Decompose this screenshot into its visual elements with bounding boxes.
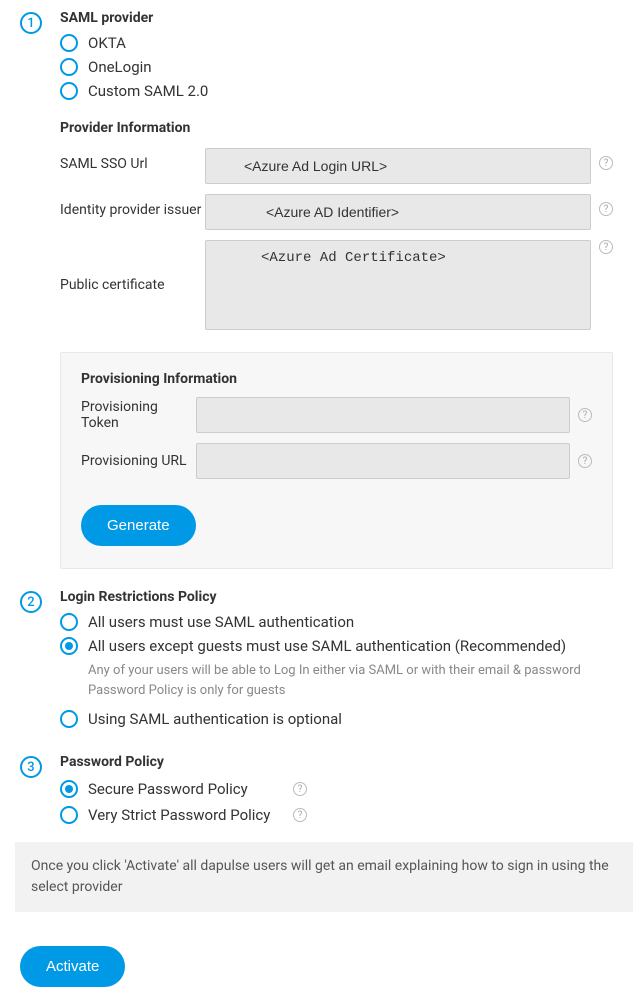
radio-icon [60,637,78,655]
step2-title: Login Restrictions Policy [60,589,613,605]
cert-label: Public certificate [60,277,205,293]
except-guests-hint: Any of your users will be able to Log In… [88,661,613,700]
prov-url-input[interactable] [196,443,570,479]
radio-except-guests[interactable]: All users except guests must use SAML au… [60,637,613,655]
step-number-2: 2 [20,591,42,613]
radio-strict-policy-row: Very Strict Password Policy ? [60,804,613,826]
radio-icon [60,613,78,631]
step1-body: SAML provider OKTA OneLogin Custom SAML … [60,10,613,569]
provider-info-title: Provider Information [60,120,613,136]
step-number-3: 3 [20,756,42,778]
step-password-policy: 3 Password Policy Secure Password Policy… [20,754,613,830]
sso-url-row: SAML SSO Url ? [60,148,613,184]
radio-secure-policy[interactable]: Secure Password Policy [60,780,285,798]
activate-info-box: Once you click 'Activate' all dapulse us… [15,842,633,912]
step-login-restrictions: 2 Login Restrictions Policy All users mu… [20,589,613,734]
radio-strict-policy[interactable]: Very Strict Password Policy [60,806,285,824]
help-icon[interactable]: ? [293,808,307,822]
radio-icon [60,806,78,824]
radio-secure-policy-row: Secure Password Policy ? [60,778,613,800]
provisioning-title: Provisioning Information [81,371,592,387]
sso-url-input[interactable] [205,148,591,184]
help-icon[interactable]: ? [599,156,613,170]
radio-strict-policy-label: Very Strict Password Policy [88,806,270,824]
radio-custom-saml-label: Custom SAML 2.0 [88,82,208,100]
cert-input[interactable]: <Azure Ad Certificate> [205,240,591,330]
prov-url-row: Provisioning URL ? [81,443,592,479]
activate-wrap: Activate [20,930,613,987]
radio-onelogin[interactable]: OneLogin [60,58,613,76]
issuer-label: Identity provider issuer [60,194,205,218]
prov-token-label: Provisioning Token [81,399,196,431]
sso-url-label: SAML SSO Url [60,148,205,172]
step3-body: Password Policy Secure Password Policy ?… [60,754,613,830]
radio-icon [60,710,78,728]
hint-line-1: Any of your users will be able to Log In… [88,661,613,681]
radio-all-users[interactable]: All users must use SAML authentication [60,613,613,631]
generate-button[interactable]: Generate [81,505,196,546]
radio-custom-saml[interactable]: Custom SAML 2.0 [60,82,613,100]
prov-token-input[interactable] [196,397,570,433]
radio-except-guests-label: All users except guests must use SAML au… [88,637,566,655]
prov-url-label: Provisioning URL [81,453,196,469]
radio-icon [60,34,78,52]
radio-okta-label: OKTA [88,34,126,52]
issuer-input[interactable] [205,194,591,230]
issuer-row: Identity provider issuer ? [60,194,613,230]
step1-title: SAML provider [60,10,613,26]
radio-onelogin-label: OneLogin [88,58,152,76]
radio-icon [60,780,78,798]
step3-title: Password Policy [60,754,613,770]
help-icon[interactable]: ? [578,408,592,422]
radio-optional[interactable]: Using SAML authentication is optional [60,710,613,728]
activate-button[interactable]: Activate [20,946,125,987]
radio-secure-policy-label: Secure Password Policy [88,780,248,798]
radio-icon [60,58,78,76]
step-saml-provider: 1 SAML provider OKTA OneLogin Custom SAM… [20,10,613,569]
step2-body: Login Restrictions Policy All users must… [60,589,613,734]
help-icon[interactable]: ? [578,454,592,468]
help-icon[interactable]: ? [293,782,307,796]
hint-line-2: Password Policy is only for guests [88,681,613,701]
radio-all-users-label: All users must use SAML authentication [88,613,354,631]
radio-optional-label: Using SAML authentication is optional [88,710,342,728]
cert-row: Public certificate <Azure Ad Certificate… [60,240,613,330]
radio-icon [60,82,78,100]
step-number-1: 1 [20,12,42,34]
provisioning-box: Provisioning Information Provisioning To… [60,352,613,569]
prov-token-row: Provisioning Token ? [81,397,592,433]
radio-okta[interactable]: OKTA [60,34,613,52]
help-icon[interactable]: ? [599,202,613,216]
help-icon[interactable]: ? [599,240,613,254]
